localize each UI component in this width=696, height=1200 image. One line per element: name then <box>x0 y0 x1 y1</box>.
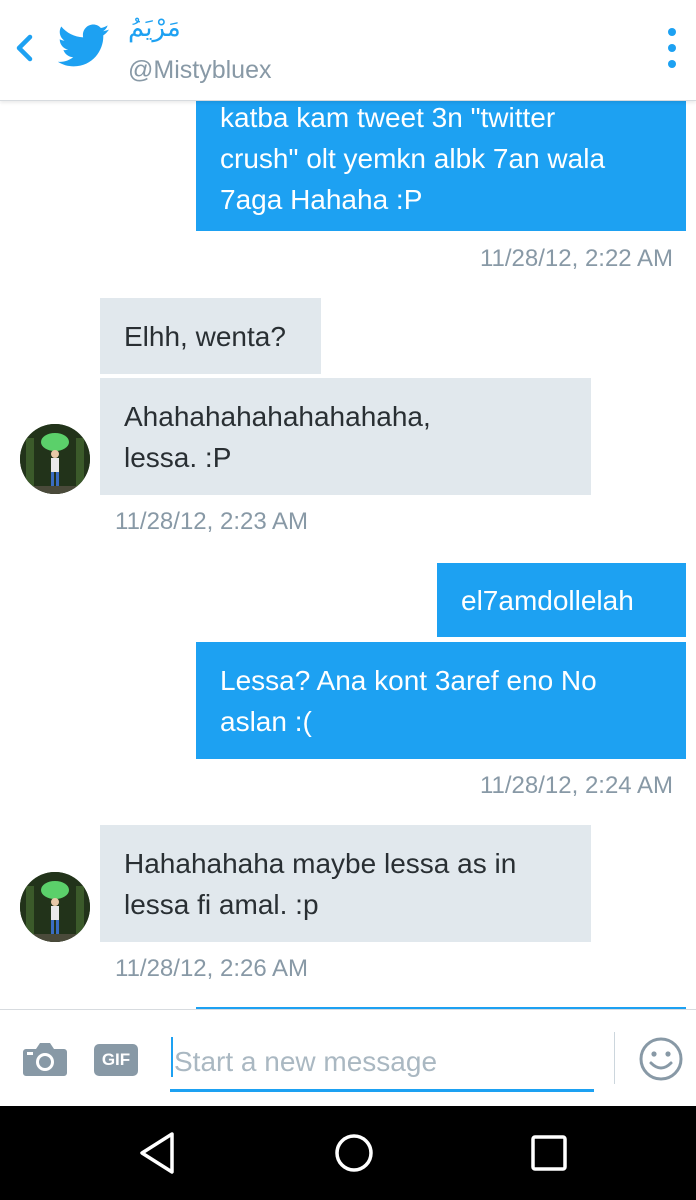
message-bubble-outgoing[interactable]: katba kam tweet 3n "twitter crush" olt y… <box>196 101 686 231</box>
message-line: Lessa? Ana kont 3aref eno No <box>220 665 597 696</box>
overflow-dot <box>668 44 676 52</box>
smiley-icon[interactable] <box>638 1036 684 1082</box>
message-bubble-incoming[interactable]: Hahahahaha maybe lessa as in lessa fi am… <box>100 825 591 942</box>
message-line: Ahahahahahahahahaha, <box>124 401 431 432</box>
composer-divider <box>614 1032 615 1084</box>
chevron-left-icon <box>16 34 33 62</box>
dm-conversation-screen: مَرْيَمُ @Mistybluex katba kam tweet 3n … <box>0 0 696 1200</box>
nav-back-icon[interactable] <box>136 1130 180 1176</box>
message-list[interactable]: katba kam tweet 3n "twitter crush" olt y… <box>0 101 696 1009</box>
message-line: lessa fi amal. :p <box>124 889 319 920</box>
message-input[interactable] <box>170 1034 594 1092</box>
message-line: 7aga Hahaha :P <box>220 184 423 215</box>
message-line: el7amdollelah <box>461 585 634 616</box>
message-timestamp: 11/28/12, 2:26 AM <box>115 955 309 982</box>
conversation-header: مَرْيَمُ @Mistybluex <box>0 0 696 101</box>
message-bubble-outgoing[interactable]: Lessa? Ana kont 3aref eno No aslan :( <box>196 642 686 759</box>
avatar-photo <box>20 424 90 494</box>
message-bubble-incoming[interactable]: Ahahahahahahahahaha, lessa. :P <box>100 378 591 495</box>
gif-button[interactable]: GIF <box>94 1044 138 1076</box>
back-button[interactable] <box>6 28 42 68</box>
message-timestamp: 11/28/12, 2:24 AM <box>479 772 673 799</box>
message-line: aslan :( <box>220 706 312 737</box>
contact-handle: @Mistybluex <box>128 56 272 84</box>
avatar-photo <box>20 872 90 942</box>
message-line: Elhh, wenta? <box>124 321 286 352</box>
message-line: katba kam tweet 3n "twitter <box>220 102 556 133</box>
message-line: lessa. :P <box>124 442 232 473</box>
message-bubble-incoming[interactable]: Elhh, wenta? <box>100 298 321 374</box>
message-line: crush" olt yemkn albk 7an wala <box>220 143 606 174</box>
avatar[interactable] <box>20 424 90 494</box>
nav-recent-apps-icon[interactable] <box>531 1135 567 1171</box>
avatar[interactable] <box>20 872 90 942</box>
text-cursor <box>171 1037 173 1077</box>
message-line: Hahahahaha maybe lessa as in <box>124 848 517 879</box>
overflow-dot <box>668 60 676 68</box>
nav-home-icon[interactable] <box>334 1133 374 1173</box>
overflow-menu-button[interactable] <box>660 24 684 72</box>
message-timestamp: 11/28/12, 2:23 AM <box>115 508 309 535</box>
contact-name: مَرْيَمُ <box>128 13 181 43</box>
overflow-menu-icon <box>668 28 676 36</box>
twitter-bird-icon <box>58 24 110 67</box>
message-bubble-outgoing[interactable]: el7amdollelah <box>437 563 686 637</box>
camera-icon[interactable] <box>22 1041 68 1077</box>
message-timestamp: 11/28/12, 2:22 AM <box>479 245 673 272</box>
